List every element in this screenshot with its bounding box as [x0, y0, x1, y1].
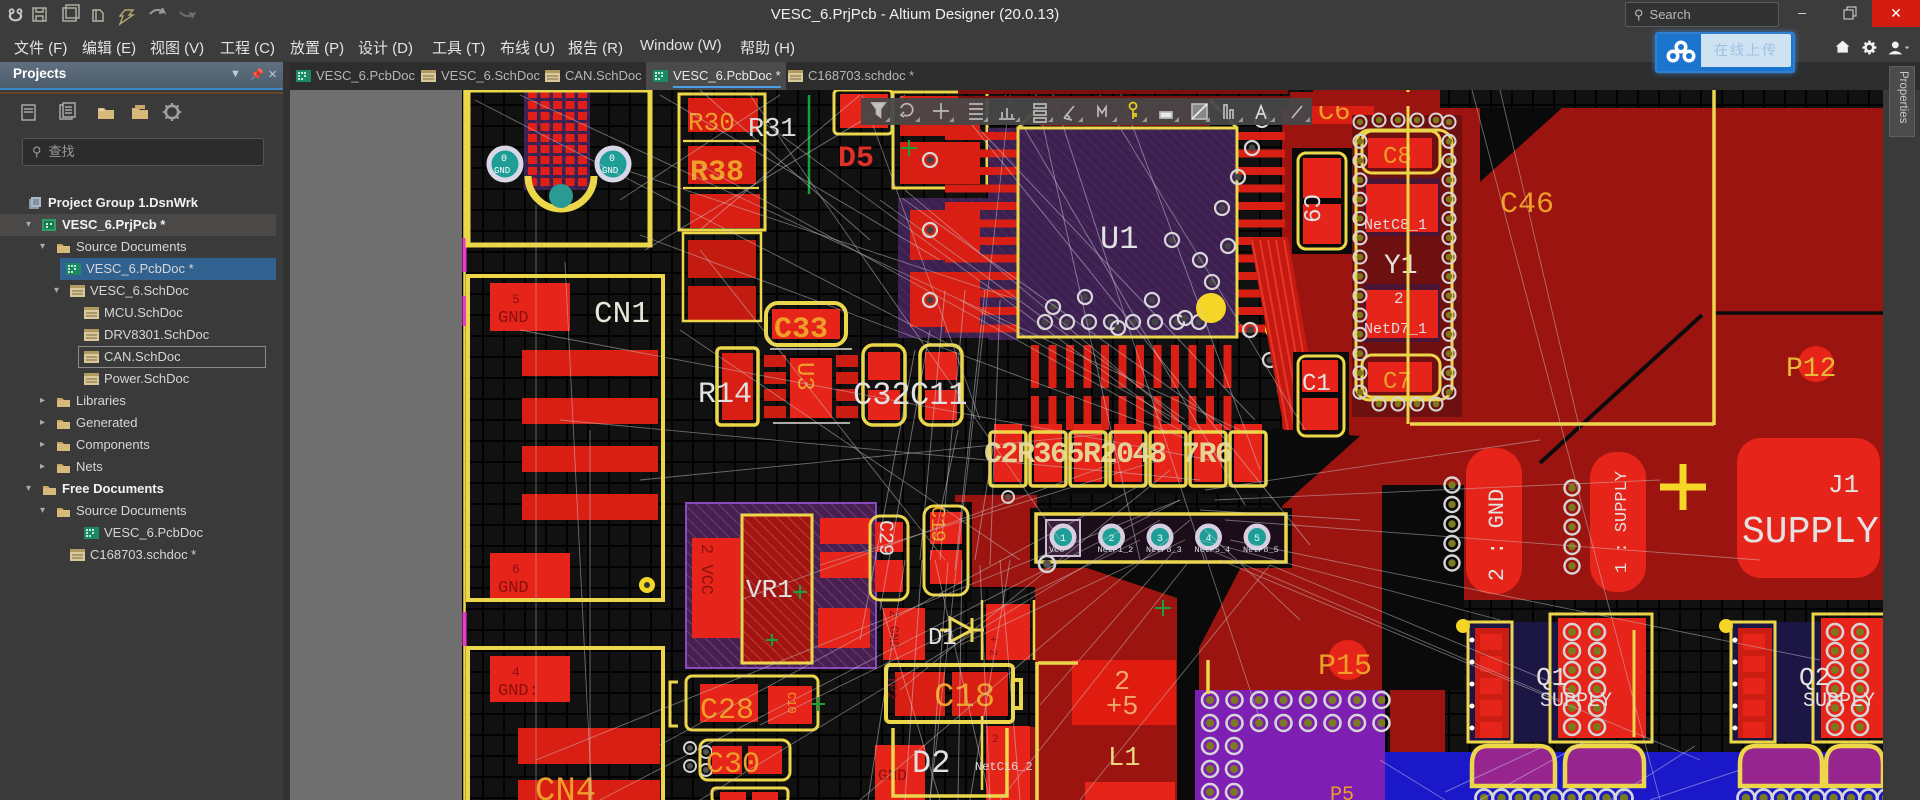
svg-text:GND: GND: [602, 166, 618, 176]
svg-text:VR1: VR1: [746, 575, 793, 605]
svg-text:CN1: CN1: [594, 297, 650, 332]
svg-text:P5: P5: [1330, 784, 1354, 800]
svg-text:P15: P15: [1318, 650, 1372, 684]
svg-text:U3: U3: [790, 362, 817, 391]
svg-text:+ 2: + 2: [986, 636, 998, 656]
svg-text:J1: J1: [1828, 470, 1859, 500]
svg-text:0: 0: [501, 154, 507, 165]
svg-text:4: 4: [512, 665, 520, 680]
svg-text:2 : GND: 2 : GND: [1485, 489, 1510, 581]
svg-text:GND: GND: [498, 309, 529, 328]
svg-text:U1: U1: [1100, 221, 1138, 258]
svg-text:C2R365R2048 7R6: C2R365R2048 7R6: [984, 438, 1232, 472]
svg-text:SUPPLY: SUPPLY: [1803, 690, 1875, 713]
svg-text:5: 5: [512, 292, 520, 307]
svg-text:2 VCC: 2 VCC: [696, 544, 715, 595]
svg-text:0: 0: [609, 154, 615, 165]
svg-text:R14: R14: [698, 378, 752, 412]
svg-text:CN4: CN4: [535, 773, 596, 800]
svg-text:2: 2: [1394, 290, 1404, 308]
svg-text:C32: C32: [853, 377, 911, 414]
svg-text:C9: C9: [1296, 194, 1323, 223]
svg-text:SUPPLY: SUPPLY: [1540, 690, 1612, 713]
svg-text:NetC8_1: NetC8_1: [1364, 217, 1427, 234]
svg-text:NetD7_1: NetD7_1: [1364, 321, 1427, 338]
svg-text:+5: +5: [1106, 693, 1138, 723]
svg-text:C30: C30: [706, 748, 760, 782]
svg-text:Y1: Y1: [1384, 251, 1418, 282]
svg-text:D5: D5: [838, 142, 874, 176]
svg-text:Q2: Q2: [1799, 663, 1830, 693]
svg-text:1 : SUPPLY: 1 : SUPPLY: [1613, 471, 1632, 573]
svg-text:☋: ☋: [8, 6, 23, 25]
svg-text:SUPPLY: SUPPLY: [1742, 511, 1879, 554]
svg-text:GND:: GND:: [498, 682, 539, 701]
svg-text:NetP1_2: NetP1_2: [1098, 545, 1134, 555]
svg-text:2: 2: [992, 734, 999, 746]
svg-text:1: 1: [1060, 534, 1066, 545]
svg-text:GND: GND: [498, 579, 529, 598]
svg-text:C1: C1: [1302, 371, 1331, 398]
svg-text:P12: P12: [1786, 354, 1836, 385]
svg-text:R31: R31: [748, 115, 797, 145]
svg-text:C33: C33: [774, 313, 828, 347]
svg-text:5: 5: [1254, 534, 1260, 545]
svg-text:R30: R30: [688, 108, 735, 138]
svg-text:GND: GND: [494, 166, 510, 176]
svg-text:6: 6: [512, 562, 520, 577]
svg-text:C28: C28: [700, 694, 754, 728]
